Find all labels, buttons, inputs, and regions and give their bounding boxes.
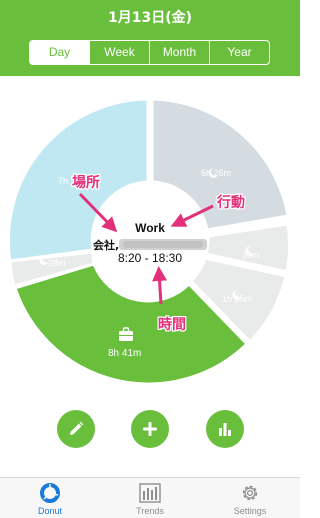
center-place: 会社, (93, 238, 119, 252)
segment-week[interactable]: Week (89, 41, 149, 64)
pencil-icon (70, 421, 84, 435)
bar-chart-icon (219, 423, 231, 436)
annotation-place: 場所 (72, 174, 100, 191)
add-button[interactable] (131, 410, 169, 448)
bottom-tab-bar: Donut Trends Settings (0, 477, 300, 518)
activity-donut: 7h 6h 26m 30m 1h 25m 8h 41m 28m Work 会社,… (6, 97, 292, 386)
slice-label-blue: 7h (58, 176, 68, 186)
slice-label-grey-left: 28m (48, 258, 66, 268)
slice-label-grey-large: 6h 26m (201, 168, 231, 178)
segment-month[interactable]: Month (149, 41, 209, 64)
tab-settings-label: Settings (233, 506, 267, 516)
slice-label-grey-medium: 1h 25m (222, 294, 252, 304)
edit-button[interactable] (57, 410, 95, 448)
tab-donut[interactable]: Donut (0, 478, 100, 518)
tab-trends[interactable]: Trends (100, 478, 200, 518)
slice-label-grey-small: 30m (242, 250, 260, 260)
blurred-address-shade (123, 241, 203, 248)
plus-icon (143, 422, 157, 436)
segment-day[interactable]: Day (30, 41, 89, 64)
annotation-time: 時間 (158, 316, 186, 333)
center-activity: Work (135, 221, 165, 235)
app-header: 1月13日(金) Day Week Month Year (0, 0, 300, 76)
slice-label-work: 8h 41m (108, 348, 141, 359)
center-time: 8:20 - 18:30 (118, 251, 182, 265)
annotation-activity: 行動 (216, 194, 245, 211)
period-segmented-control: Day Week Month Year (29, 40, 270, 65)
tab-trends-label: Trends (136, 506, 164, 516)
tab-settings[interactable]: Settings (200, 478, 300, 518)
tab-donut-label: Donut (37, 506, 63, 516)
donut-icon (40, 483, 60, 503)
segment-year[interactable]: Year (209, 41, 269, 64)
annotation-arrow-time (152, 266, 168, 305)
gear-icon (242, 485, 258, 501)
trends-icon (139, 483, 161, 503)
stats-button[interactable] (206, 410, 244, 448)
date-title: 1月13日(金) (107, 10, 193, 26)
